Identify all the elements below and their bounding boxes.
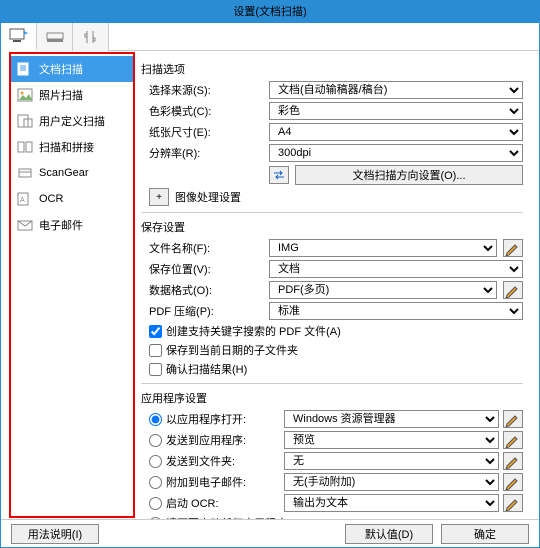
source-label: 选择来源(S): — [149, 82, 263, 98]
swap-icon — [273, 170, 285, 180]
sidebar-label: OCR — [39, 193, 63, 205]
color-label: 色彩模式(C): — [149, 103, 263, 119]
pencil-icon — [504, 432, 522, 448]
content: 文档扫描 照片扫描 用户定义扫描 扫描和拼接 ScanGear A OCR — [1, 51, 539, 519]
pdf-comp-label: PDF 压缩(P): — [149, 303, 263, 319]
format-label: 数据格式(O): — [149, 282, 263, 298]
source-select[interactable]: 文档(自动输稿器/稿台) — [269, 81, 523, 99]
footer: 用法说明(I) 默认值(D) 确定 — [1, 519, 539, 547]
format-select[interactable]: PDF(多页) — [269, 281, 497, 299]
sidebar-item-ocr[interactable]: A OCR — [11, 186, 133, 212]
custom-scan-icon — [17, 114, 33, 128]
swap-icon-button[interactable] — [269, 166, 289, 184]
sidebar-label: 文档扫描 — [39, 61, 83, 77]
pencil-icon — [504, 282, 522, 298]
tab-scan-from-panel[interactable] — [37, 23, 73, 51]
chk-confirm[interactable] — [149, 363, 162, 376]
sidebar: 文档扫描 照片扫描 用户定义扫描 扫描和拼接 ScanGear A OCR — [9, 52, 135, 518]
sidebar-label: 照片扫描 — [39, 87, 83, 103]
start-ocr-select[interactable]: 输出为文本 — [284, 494, 499, 512]
pencil-icon — [504, 453, 522, 469]
group-app: 应用程序设置 — [141, 390, 523, 406]
tab-general[interactable] — [73, 23, 109, 51]
send-app-select[interactable]: 预览 — [284, 431, 499, 449]
pdf-comp-select[interactable]: 标准 — [269, 302, 523, 320]
pencil-icon — [504, 240, 522, 256]
format-edit-button[interactable] — [503, 281, 523, 299]
radio-send-app[interactable] — [149, 434, 162, 447]
sidebar-label: 用户定义扫描 — [39, 113, 105, 129]
resolution-label: 分辨率(R): — [149, 145, 263, 161]
scanner-icon — [45, 29, 65, 45]
titlebar: 设置(文档扫描) — [1, 1, 539, 23]
sidebar-label: 扫描和拼接 — [39, 139, 94, 155]
resolution-select[interactable]: 300dpi — [269, 144, 523, 162]
radio-no-app[interactable] — [149, 517, 162, 520]
sidebar-item-custom[interactable]: 用户定义扫描 — [11, 108, 133, 134]
document-scan-icon — [17, 62, 33, 76]
send-folder-edit[interactable] — [503, 452, 523, 470]
send-app-edit[interactable] — [503, 431, 523, 449]
tab-scan-from-computer[interactable] — [1, 23, 37, 51]
pencil-icon — [504, 411, 522, 427]
open-app-edit[interactable] — [503, 410, 523, 428]
start-ocr-edit[interactable] — [503, 494, 523, 512]
sidebar-item-stitch[interactable]: 扫描和拼接 — [11, 134, 133, 160]
imgproc-label: 图像处理设置 — [175, 189, 241, 205]
svg-text:A: A — [20, 197, 25, 204]
sidebar-item-document[interactable]: 文档扫描 — [11, 56, 133, 82]
ocr-icon: A — [17, 192, 33, 206]
toolbar — [1, 23, 539, 51]
tools-icon — [81, 29, 101, 45]
scangear-icon — [17, 166, 33, 180]
orientation-button[interactable]: 文档扫描方向设置(O)... — [295, 165, 523, 185]
ok-button[interactable]: 确定 — [441, 524, 529, 544]
divider — [141, 383, 523, 384]
main-panel: 扫描选项 选择来源(S): 文档(自动输稿器/稿台) 色彩模式(C): 彩色 纸… — [135, 51, 539, 519]
chk-keyword-pdf[interactable] — [149, 325, 162, 338]
sidebar-item-email[interactable]: 电子邮件 — [11, 212, 133, 238]
sidebar-item-scangear[interactable]: ScanGear — [11, 160, 133, 186]
defaults-button[interactable]: 默认值(D) — [345, 524, 433, 544]
radio-start-ocr[interactable] — [149, 497, 162, 510]
radio-open-app[interactable] — [149, 413, 162, 426]
filename-select[interactable]: IMG — [269, 239, 497, 257]
color-select[interactable]: 彩色 — [269, 102, 523, 120]
attach-email-select[interactable]: 无(手动附加) — [284, 473, 499, 491]
location-select[interactable]: 文档 — [269, 260, 523, 278]
monitor-icon — [9, 28, 29, 44]
stitch-icon — [17, 140, 33, 154]
email-icon — [17, 218, 33, 232]
group-scan-options: 扫描选项 — [141, 61, 523, 77]
pencil-icon — [504, 474, 522, 490]
filename-edit-button[interactable] — [503, 239, 523, 257]
photo-scan-icon — [17, 88, 33, 102]
location-label: 保存位置(V): — [149, 261, 263, 277]
pencil-icon — [504, 495, 522, 511]
send-folder-select[interactable]: 无 — [284, 452, 499, 470]
size-label: 纸张尺寸(E): — [149, 124, 263, 140]
sidebar-item-photo[interactable]: 照片扫描 — [11, 82, 133, 108]
group-save: 保存设置 — [141, 219, 523, 235]
radio-attach-email[interactable] — [149, 476, 162, 489]
radio-send-folder[interactable] — [149, 455, 162, 468]
filename-label: 文件名称(F): — [149, 240, 263, 256]
chk-date-folder[interactable] — [149, 344, 162, 357]
size-select[interactable]: A4 — [269, 123, 523, 141]
sidebar-label: ScanGear — [39, 167, 89, 179]
help-button[interactable]: 用法说明(I) — [11, 524, 99, 544]
expand-imgproc-button[interactable]: + — [149, 188, 169, 206]
sidebar-label: 电子邮件 — [39, 217, 83, 233]
open-app-select[interactable]: Windows 资源管理器 — [284, 410, 499, 428]
settings-window: 设置(文档扫描) 文档扫描 照片扫描 用户定义扫描 — [0, 0, 540, 548]
divider — [141, 212, 523, 213]
attach-email-edit[interactable] — [503, 473, 523, 491]
